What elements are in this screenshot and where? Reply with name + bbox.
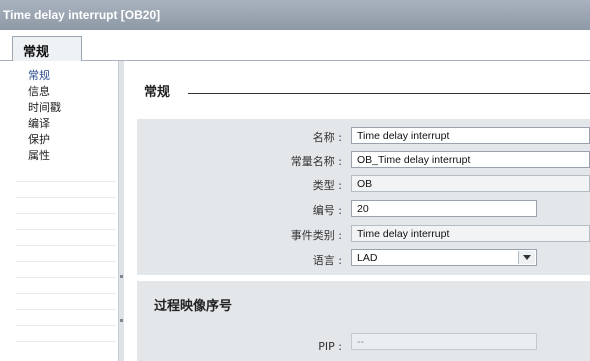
event-class-label: 事件类别 :	[290, 229, 342, 242]
nav-row-line	[16, 213, 116, 214]
nav-row-line	[16, 341, 116, 342]
sidebar-item-info[interactable]: 信息	[28, 83, 50, 99]
tab-strip: 常规	[0, 30, 590, 61]
section-title-general: 常规	[144, 85, 171, 100]
constant-name-label: 常量名称 :	[290, 155, 342, 168]
event-class-field: Time delay interrupt	[351, 225, 590, 242]
number-label: 编号 :	[312, 204, 342, 217]
tab-general[interactable]: 常规	[12, 36, 82, 61]
nav-row-line	[16, 293, 116, 294]
nav-row-line	[16, 245, 116, 246]
sidebar-item-general[interactable]: 常规	[28, 67, 50, 83]
sidebar-item-timestamps[interactable]: 时间戳	[28, 99, 61, 115]
sidebar-item-attributes[interactable]: 属性	[28, 147, 50, 163]
nav-row-line	[16, 197, 116, 198]
name-label: 名称 :	[312, 131, 342, 144]
nav-row-line	[16, 261, 116, 262]
nav-row-line	[16, 277, 116, 278]
splitter-grip	[120, 275, 123, 278]
sidebar-item-protection[interactable]: 保护	[28, 131, 50, 147]
language-label: 语言 :	[312, 254, 342, 267]
name-field[interactable]: Time delay interrupt	[351, 127, 590, 144]
sidebar-nav: 常规 信息 时间戳 编译 保护 属性	[0, 61, 118, 361]
properties-pane: 常规 名称 : Time delay interrupt 常量名称 : OB_T…	[124, 61, 590, 361]
type-label: 类型 :	[312, 179, 342, 192]
nav-row-line	[16, 229, 116, 230]
sidebar-item-compile[interactable]: 编译	[28, 115, 50, 131]
splitter-grip	[120, 319, 123, 322]
language-select[interactable]: LAD	[351, 249, 537, 266]
pip-label: PIP :	[318, 340, 342, 353]
nav-row-line	[16, 309, 116, 310]
tab-general-label: 常规	[23, 45, 50, 60]
window-title: Time delay interrupt [OB20]	[3, 8, 161, 22]
window-titlebar: Time delay interrupt [OB20]	[0, 0, 590, 30]
section-rule	[188, 93, 590, 94]
number-field[interactable]: 20	[351, 200, 537, 217]
type-field: OB	[351, 175, 590, 192]
section-title-process-image: 过程映像序号	[154, 299, 233, 314]
pip-field: --	[351, 333, 537, 350]
constant-name-field[interactable]: OB_Time delay interrupt	[351, 151, 590, 168]
chevron-down-icon[interactable]	[518, 251, 535, 264]
language-value: LAD	[357, 252, 378, 264]
nav-row-line	[16, 181, 116, 182]
nav-row-line	[16, 325, 116, 326]
